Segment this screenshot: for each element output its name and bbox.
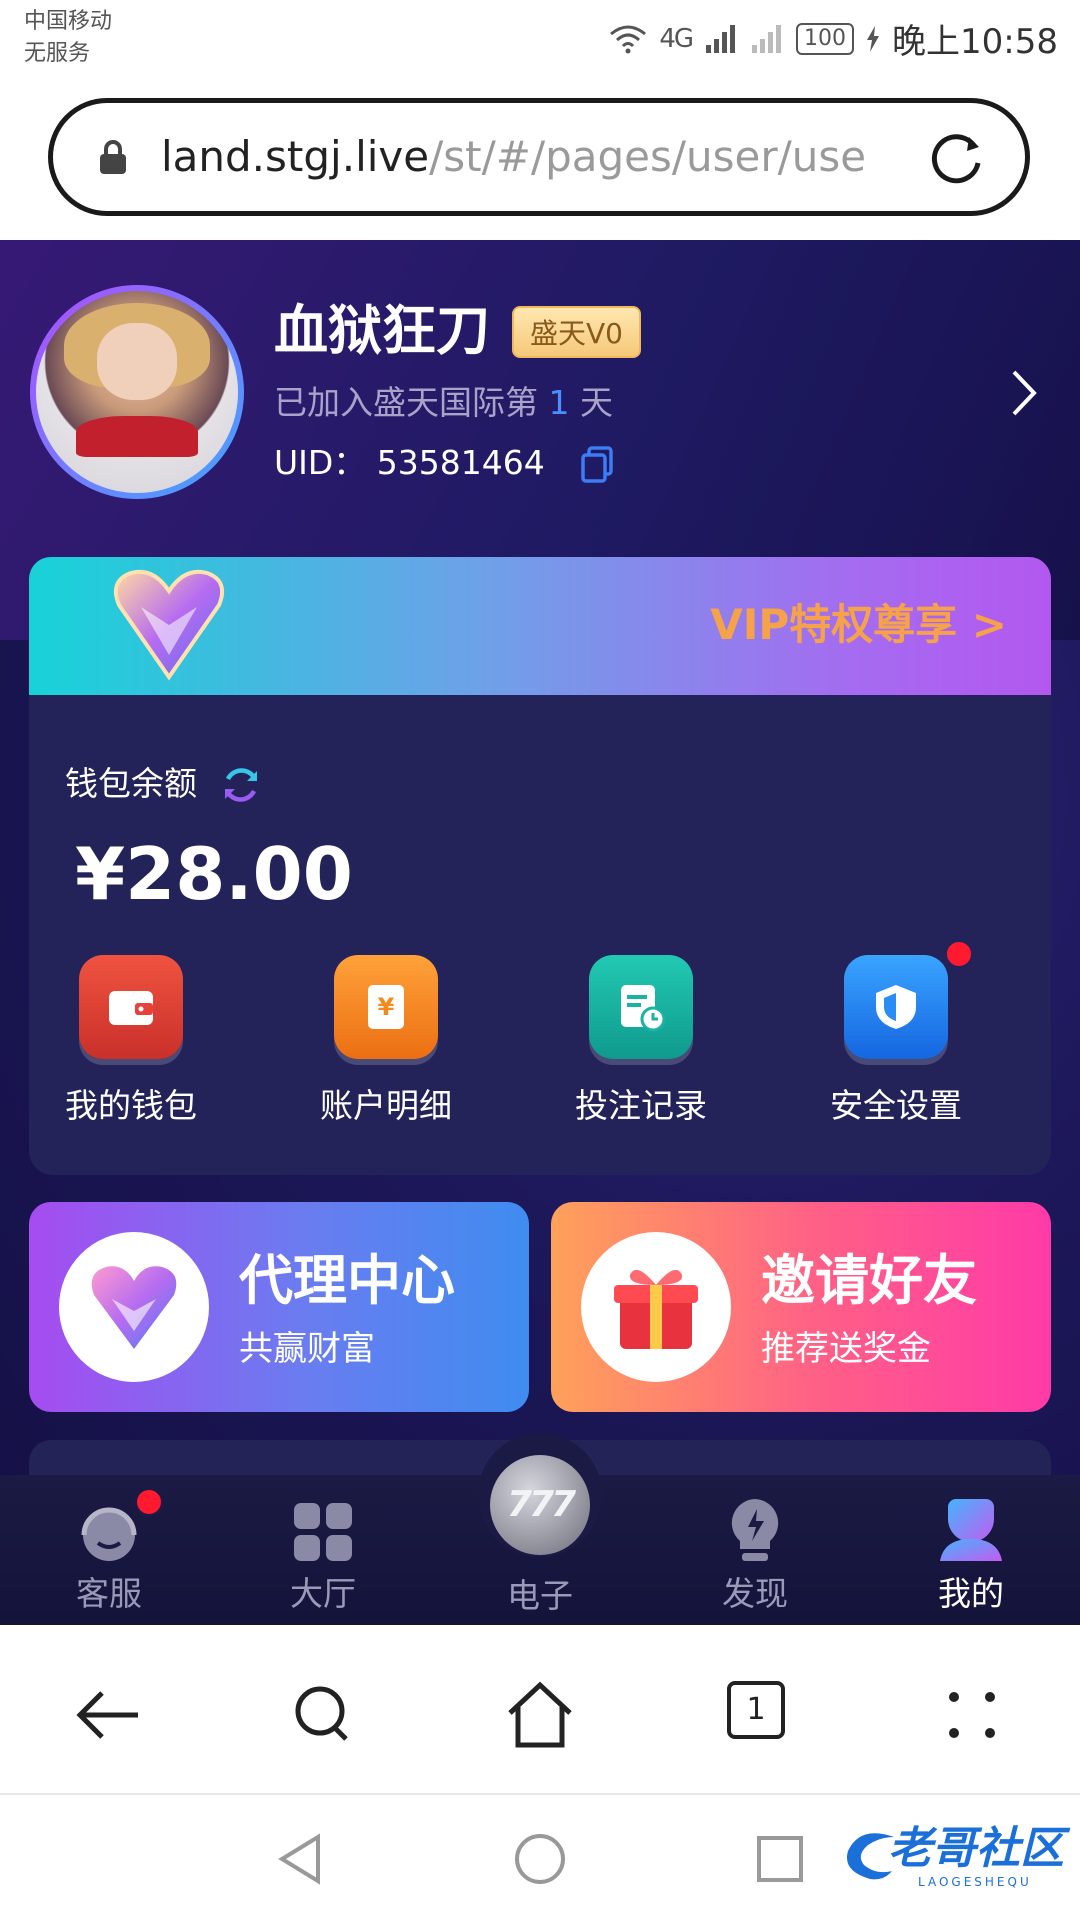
tab-customer-service[interactable]: 客服 [24,1475,194,1625]
reload-icon[interactable] [923,125,989,191]
vip-heart-icon [114,569,224,681]
avatar[interactable] [30,285,244,499]
account-details-button[interactable]: ¥ 账户明细 [284,955,484,1155]
notification-dot [134,1487,164,1517]
battery-indicator: 100 [796,22,855,55]
account-details-label: 账户明细 [320,1086,452,1125]
username: 血狱狂刀 [274,299,490,362]
gift-icon [614,1269,698,1349]
join-suffix: 天 [580,383,613,422]
app-content: 血狱狂刀 盛天V0 已加入盛天国际第 1 天 UID： 53581464 VIP… [0,240,1080,1625]
shield-tile [844,955,948,1059]
tab-lobby[interactable]: 大厅 [238,1475,408,1625]
tab-discover-label: 发现 [722,1574,788,1613]
nav-back-icon[interactable] [272,1831,328,1887]
agent-heart-icon [91,1266,177,1349]
wallet-tile [79,955,183,1059]
bet-record-icon [621,985,666,1032]
vip-level-badge: 盛天V0 [512,306,641,358]
charging-icon [867,25,880,52]
avatar-photo [36,291,238,493]
tab-discover[interactable]: 发现 [670,1475,840,1625]
more-menu-icon[interactable] [932,1675,1012,1755]
vip-privilege-text: VIP特权尊享 > [710,600,1007,649]
notification-dot [944,939,974,969]
lightbulb-icon [731,1499,779,1561]
join-duration: 已加入盛天国际第 1 天 [274,378,613,428]
network-type: 4G [659,23,694,54]
bottom-tab-bar: 客服 大厅 777 电子 发现 我的 [0,1433,1080,1625]
security-settings-button[interactable]: 安全设置 [794,939,994,1155]
agent-center-title: 代理中心 [239,1249,455,1312]
slot-777-icon: 777 [490,1455,590,1555]
slot-777-text: 777 [506,1484,576,1525]
browser-address-area: land.stgj.live/st/#/pages/user/use [0,80,1080,240]
invite-friends-subtitle: 推荐送奖金 [761,1329,931,1369]
agent-center-card[interactable]: 代理中心 共赢财富 [29,1202,529,1412]
system-navigation: 老哥社区 LAOGESHEQU [0,1797,1080,1920]
shield-icon [876,985,916,1029]
security-settings-label: 安全设置 [830,1086,962,1125]
uid-label: UID： [274,443,367,482]
tabs-button[interactable]: 1 [727,1681,785,1739]
join-prefix: 已加入盛天国际第 [274,383,538,422]
invite-friends-title: 邀请好友 [761,1249,977,1312]
watermark-text: 老哥社区 [888,1823,1064,1874]
url-path: /st/#/pages/user/use [429,132,867,181]
status-icons: 4G 100 晚上10:58 [609,14,1058,63]
browser-toolbar: 1 [0,1625,1080,1795]
wallet-card: 钱包余额 ¥28.00 我的钱包 ¥ 账户明细 投注记录 安全设置 [29,695,1051,1175]
home-icon[interactable] [500,1675,580,1755]
bet-records-label: 投注记录 [575,1086,707,1125]
signal-empty-icon [752,24,782,53]
svg-text:¥: ¥ [378,993,395,1021]
copy-icon[interactable] [580,446,614,484]
signal-icon [706,24,736,53]
carrier-info: 中国移动 无服务 [24,6,112,70]
lock-icon [100,140,126,174]
my-wallet-button[interactable]: 我的钱包 [29,955,229,1155]
agent-emblem [59,1232,209,1382]
balance-value: ¥28.00 [75,832,353,916]
watermark-subtext: LAOGESHEQU [918,1875,1032,1889]
uid-row: UID： 53581464 [274,438,545,488]
carrier-name: 中国移动 [24,9,113,34]
clock: 晚上10:58 [892,22,1058,62]
tab-mine[interactable]: 我的 [886,1475,1056,1625]
my-wallet-label: 我的钱包 [65,1086,197,1125]
wallet-actions: 我的钱包 ¥ 账户明细 投注记录 安全设置 [29,939,1051,1155]
address-bar[interactable]: land.stgj.live/st/#/pages/user/use [48,98,1030,216]
bet-records-button[interactable]: 投注记录 [539,955,739,1155]
invite-friends-card[interactable]: 邀请好友 推荐送奖金 [551,1202,1051,1412]
nav-home-icon[interactable] [512,1831,568,1887]
tab-customer-service-label: 客服 [76,1574,142,1613]
person-icon [940,1499,1002,1561]
service-status: 无服务 [24,41,91,66]
status-bar: 中国移动 无服务 4G 100 晚上10:58 [0,0,1080,80]
agent-center-subtitle: 共赢财富 [239,1329,375,1369]
vip-privilege-banner[interactable]: VIP特权尊享 > [29,557,1051,695]
tab-electronic-label: 电子 [507,1576,573,1615]
back-arrow-icon[interactable] [68,1675,148,1755]
url-text[interactable]: land.stgj.live/st/#/pages/user/use [161,127,941,187]
tab-mine-label: 我的 [938,1574,1004,1613]
ledger-tile: ¥ [334,955,438,1059]
search-icon[interactable] [284,1675,364,1755]
wallet-icon [109,991,153,1025]
refresh-icon[interactable] [221,765,261,805]
url-host: land.stgj.live [161,132,430,181]
nav-recents-icon[interactable] [752,1831,808,1887]
uid-value: 53581464 [376,443,545,482]
grid-icon [294,1503,352,1561]
wifi-icon [610,25,647,53]
bet-record-tile [589,955,693,1059]
tab-lobby-label: 大厅 [290,1574,356,1613]
invite-emblem [581,1232,731,1382]
join-days: 1 [548,383,570,422]
ledger-icon: ¥ [368,985,404,1029]
balance-label: 钱包余额 [65,764,197,803]
chevron-right-icon[interactable] [1006,366,1040,420]
watermark-logo: 老哥社区 LAOGESHEQU [840,1819,1070,1899]
